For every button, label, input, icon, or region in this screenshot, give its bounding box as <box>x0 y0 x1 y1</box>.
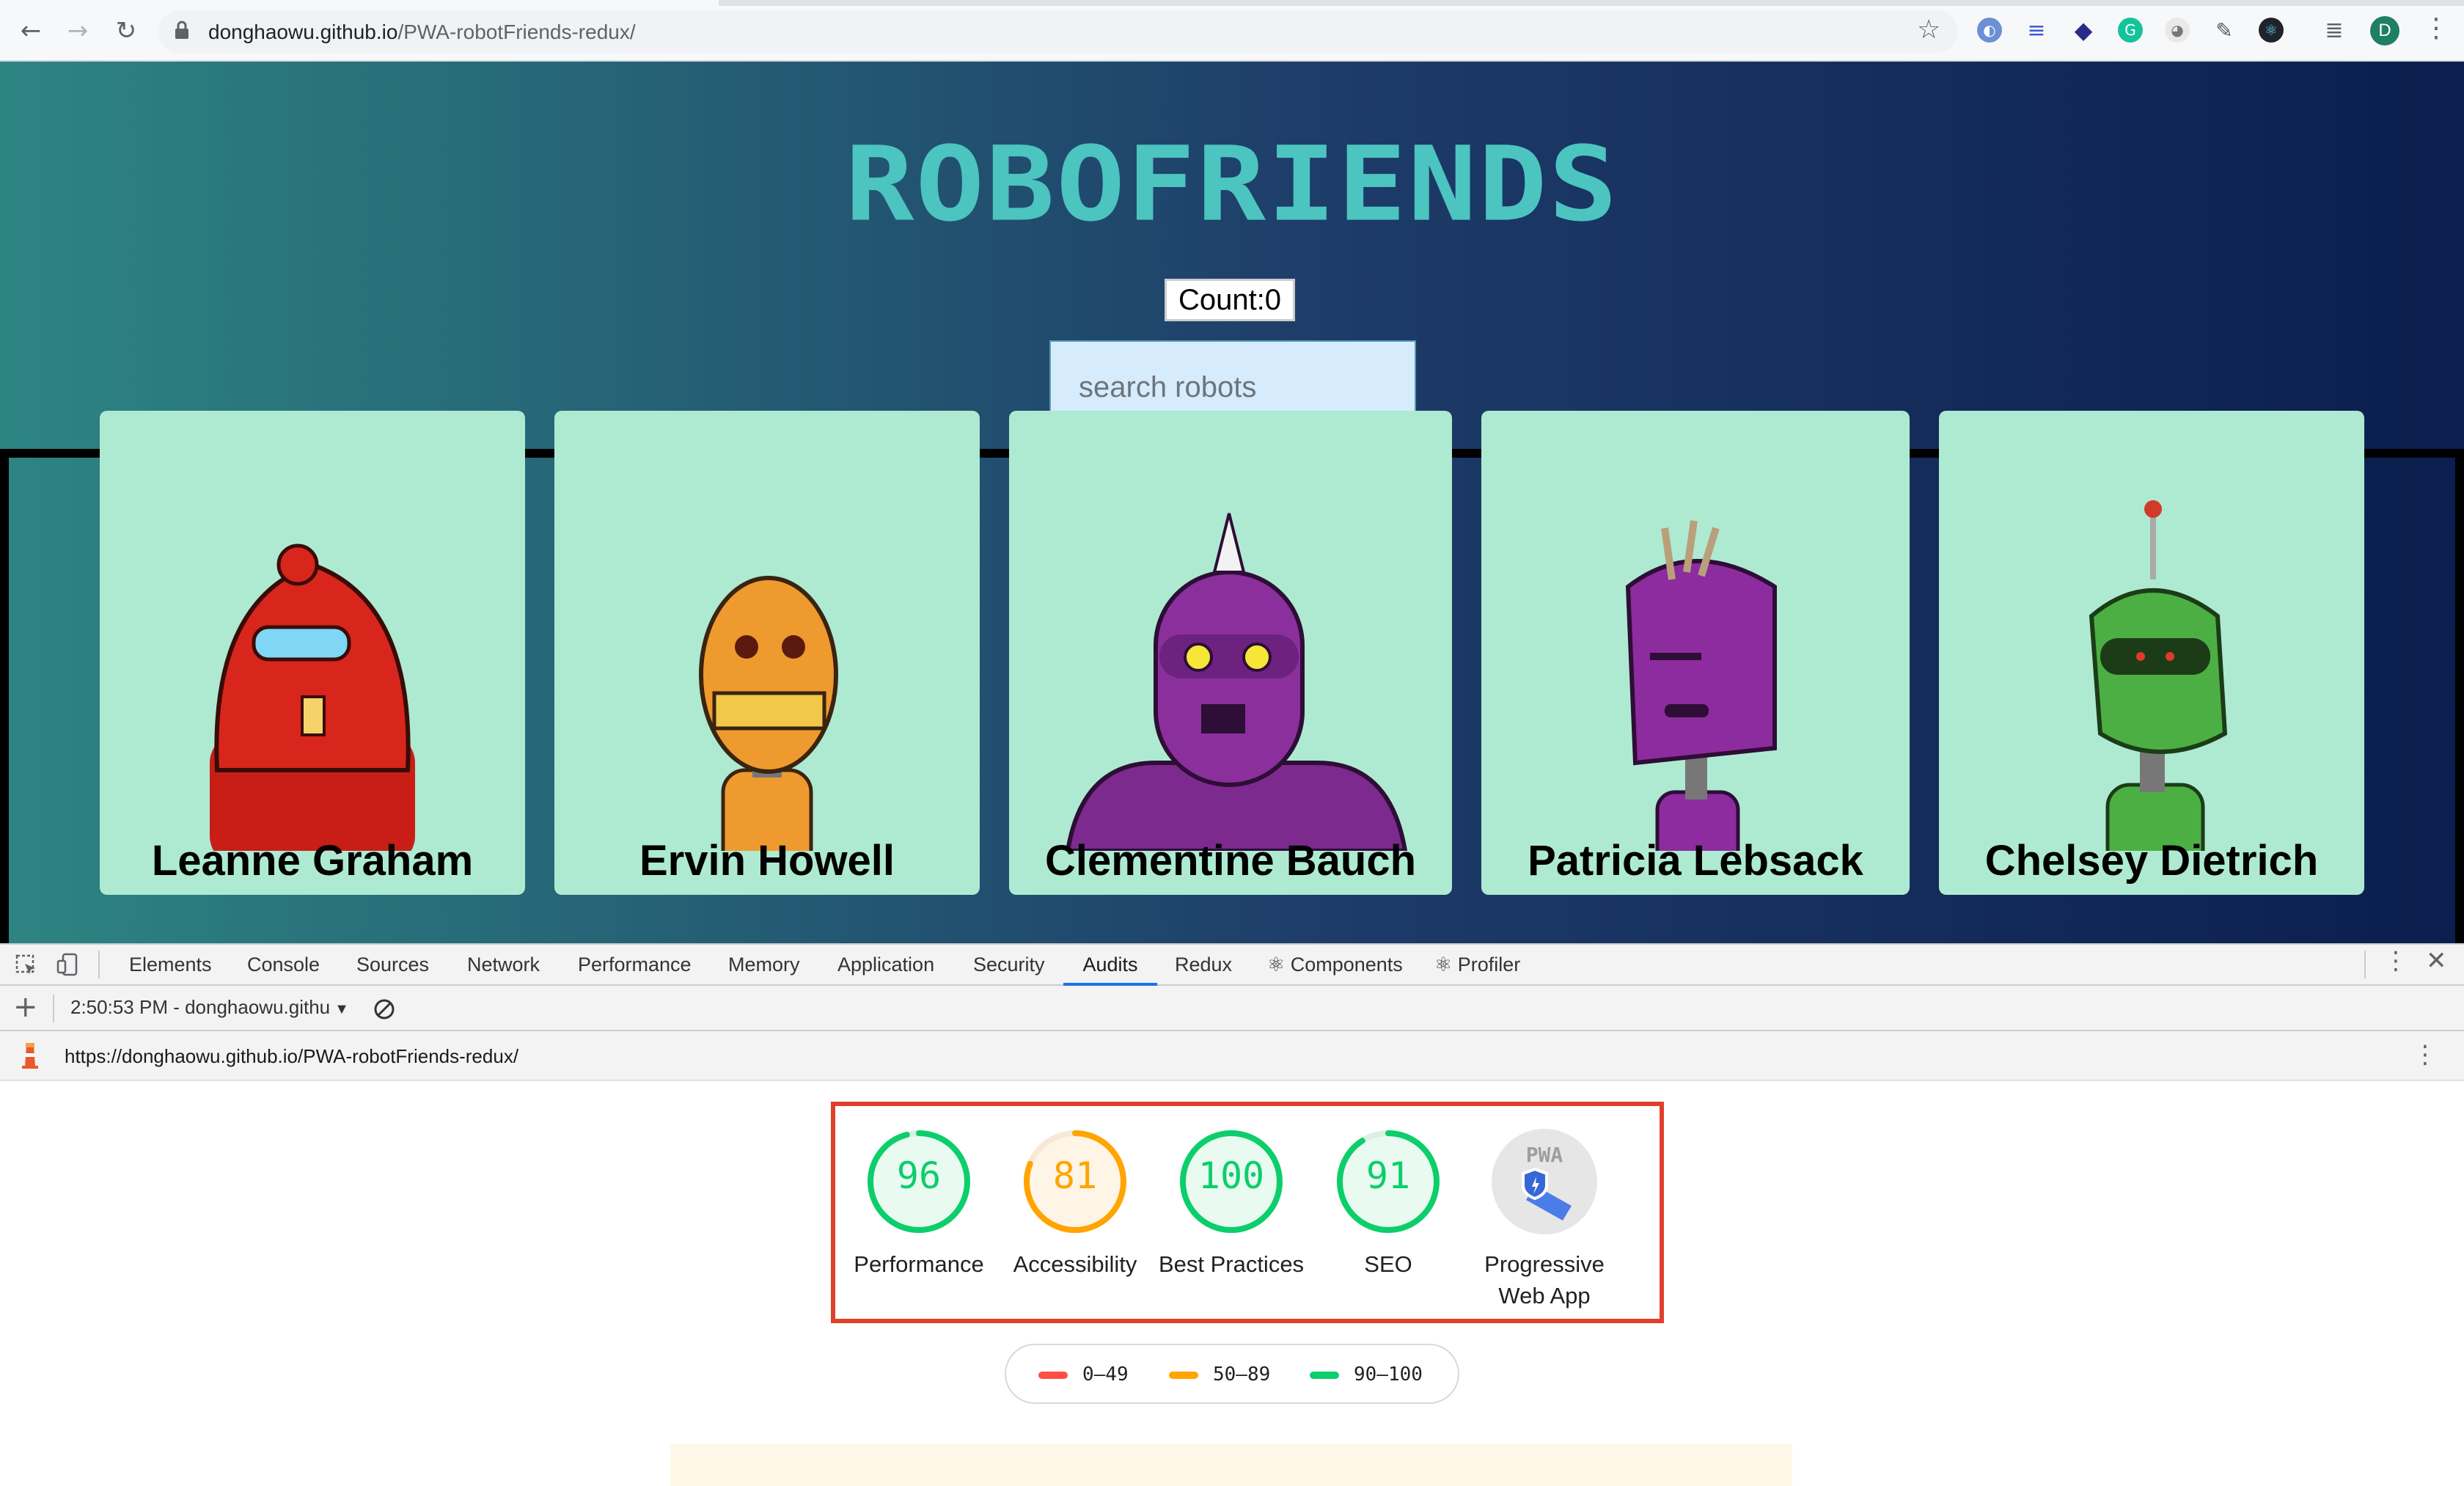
devtools-menu-icon[interactable]: ⋮ <box>2383 946 2408 976</box>
tab-redux[interactable]: Redux <box>1175 943 1232 986</box>
tab-application[interactable]: Application <box>837 943 934 986</box>
tab-sources[interactable]: Sources <box>356 943 429 986</box>
robot-name: Patricia Lebsack <box>1528 837 1863 885</box>
tab-performance[interactable]: Performance <box>578 943 692 986</box>
legend-fail-label: 0–49 <box>1082 1364 1129 1386</box>
score-label: SEO <box>1364 1251 1412 1277</box>
eyedropper-icon[interactable]: ✎ <box>2212 18 2237 43</box>
score-label: Performance <box>854 1251 984 1277</box>
cat-icon[interactable]: ◕ <box>2165 18 2190 43</box>
legend-average-swatch <box>1169 1372 1198 1379</box>
pwa-badge-text: PWA <box>1525 1143 1563 1167</box>
robot-card[interactable]: Ervin Howell <box>554 411 980 895</box>
new-audit-icon[interactable]: + <box>13 990 38 1024</box>
device-toolbar-icon[interactable] <box>56 952 81 977</box>
close-devtools-icon[interactable]: ✕ <box>2426 946 2447 976</box>
media-queue-icon[interactable]: ≣ <box>2322 18 2347 43</box>
robot-name: Ervin Howell <box>639 837 895 885</box>
url-path: /PWA-robotFriends-redux/ <box>397 21 636 43</box>
report-menu-icon[interactable]: ⋮ <box>2413 1040 2438 1069</box>
tab-profiler[interactable]: ⚛ Profiler <box>1434 943 1520 986</box>
tab-security[interactable]: Security <box>973 943 1045 986</box>
robot-card[interactable]: Patricia Lebsack <box>1481 411 1910 895</box>
inspect-element-icon[interactable] <box>15 954 38 977</box>
audits-toolbar <box>0 986 2464 1031</box>
dropdown-arrow-icon: ▼ <box>334 1001 349 1017</box>
react-icon[interactable]: ⚛ <box>2259 18 2284 43</box>
legend-fail-swatch <box>1038 1372 1068 1379</box>
score-label: Best Practices <box>1158 1251 1305 1277</box>
tab-components[interactable]: ⚛ Components <box>1267 943 1403 986</box>
tab-console[interactable]: Console <box>247 943 320 986</box>
robot-image <box>2089 500 2228 851</box>
count-button[interactable]: Count:0 <box>1165 279 1295 321</box>
robot-card[interactable]: Clementine Bauch <box>1009 411 1452 895</box>
page-title: ROBOFRIENDS <box>845 124 1619 244</box>
tab-strip <box>719 0 2464 6</box>
score-value: 81 <box>1052 1154 1098 1197</box>
pocket-icon[interactable]: ◐ <box>1977 18 2002 43</box>
url-host: donghaowu.github.io <box>208 21 398 43</box>
toolbar-divider <box>53 995 54 1022</box>
legend-average-label: 50–89 <box>1213 1364 1271 1386</box>
browser-menu-icon[interactable]: ⋮ <box>2423 13 2449 43</box>
score-label: Accessibility <box>1013 1251 1137 1277</box>
tab-elements[interactable]: Elements <box>129 943 212 986</box>
tab-audits[interactable]: Audits <box>1063 943 1157 986</box>
robot-image <box>210 543 415 851</box>
robot-image <box>699 576 838 851</box>
score-label: Progressive Web App <box>1484 1251 1605 1309</box>
score-value: 91 <box>1365 1154 1411 1197</box>
robot-name: Clementine Bauch <box>1045 837 1416 885</box>
tab-memory[interactable]: Memory <box>728 943 800 986</box>
robot-card[interactable]: Leanne Graham <box>100 411 525 895</box>
report-url[interactable]: https://donghaowu.github.io/PWA-robotFri… <box>65 1043 518 1069</box>
diamond-icon[interactable]: ◆ <box>2071 16 2096 44</box>
address-url[interactable]: donghaowu.github.io/PWA-robotFriends-red… <box>208 16 636 48</box>
robot-image <box>1625 520 1777 851</box>
report-select[interactable]: 2:50:53 PM - donghaowu.githu ▼ <box>70 996 349 1019</box>
robot-name: Leanne Graham <box>151 837 474 885</box>
score-value: 96 <box>896 1154 942 1197</box>
tabbar-divider <box>2364 951 2366 978</box>
tab-network[interactable]: Network <box>467 943 540 986</box>
report-select-value: 2:50:53 PM - donghaowu.githu <box>70 996 331 1018</box>
lock-icon <box>175 21 188 39</box>
score-value: 100 <box>1198 1154 1265 1197</box>
tabbar-divider <box>98 951 100 978</box>
stacked-lines-icon[interactable]: ≡ <box>2024 18 2049 43</box>
lighthouse-icon <box>22 1043 38 1069</box>
legend-pass-swatch <box>1310 1372 1339 1379</box>
avatar[interactable]: D <box>2370 16 2399 45</box>
legend-pass-label: 90–100 <box>1354 1364 1423 1386</box>
robot-card[interactable]: Chelsey Dietrich <box>1939 411 2364 895</box>
clear-icon[interactable] <box>373 998 396 1021</box>
back-icon[interactable]: ← <box>13 13 48 48</box>
grammarly-icon[interactable]: G <box>2118 18 2143 43</box>
bookmark-star-icon[interactable]: ☆ <box>1917 15 1940 45</box>
runtime-warning-banner <box>670 1443 1792 1486</box>
forward-icon[interactable]: → <box>60 13 95 48</box>
robot-image <box>1065 513 1408 851</box>
robot-name: Chelsey Dietrich <box>1984 837 2319 885</box>
reload-icon[interactable]: ↻ <box>109 13 144 48</box>
